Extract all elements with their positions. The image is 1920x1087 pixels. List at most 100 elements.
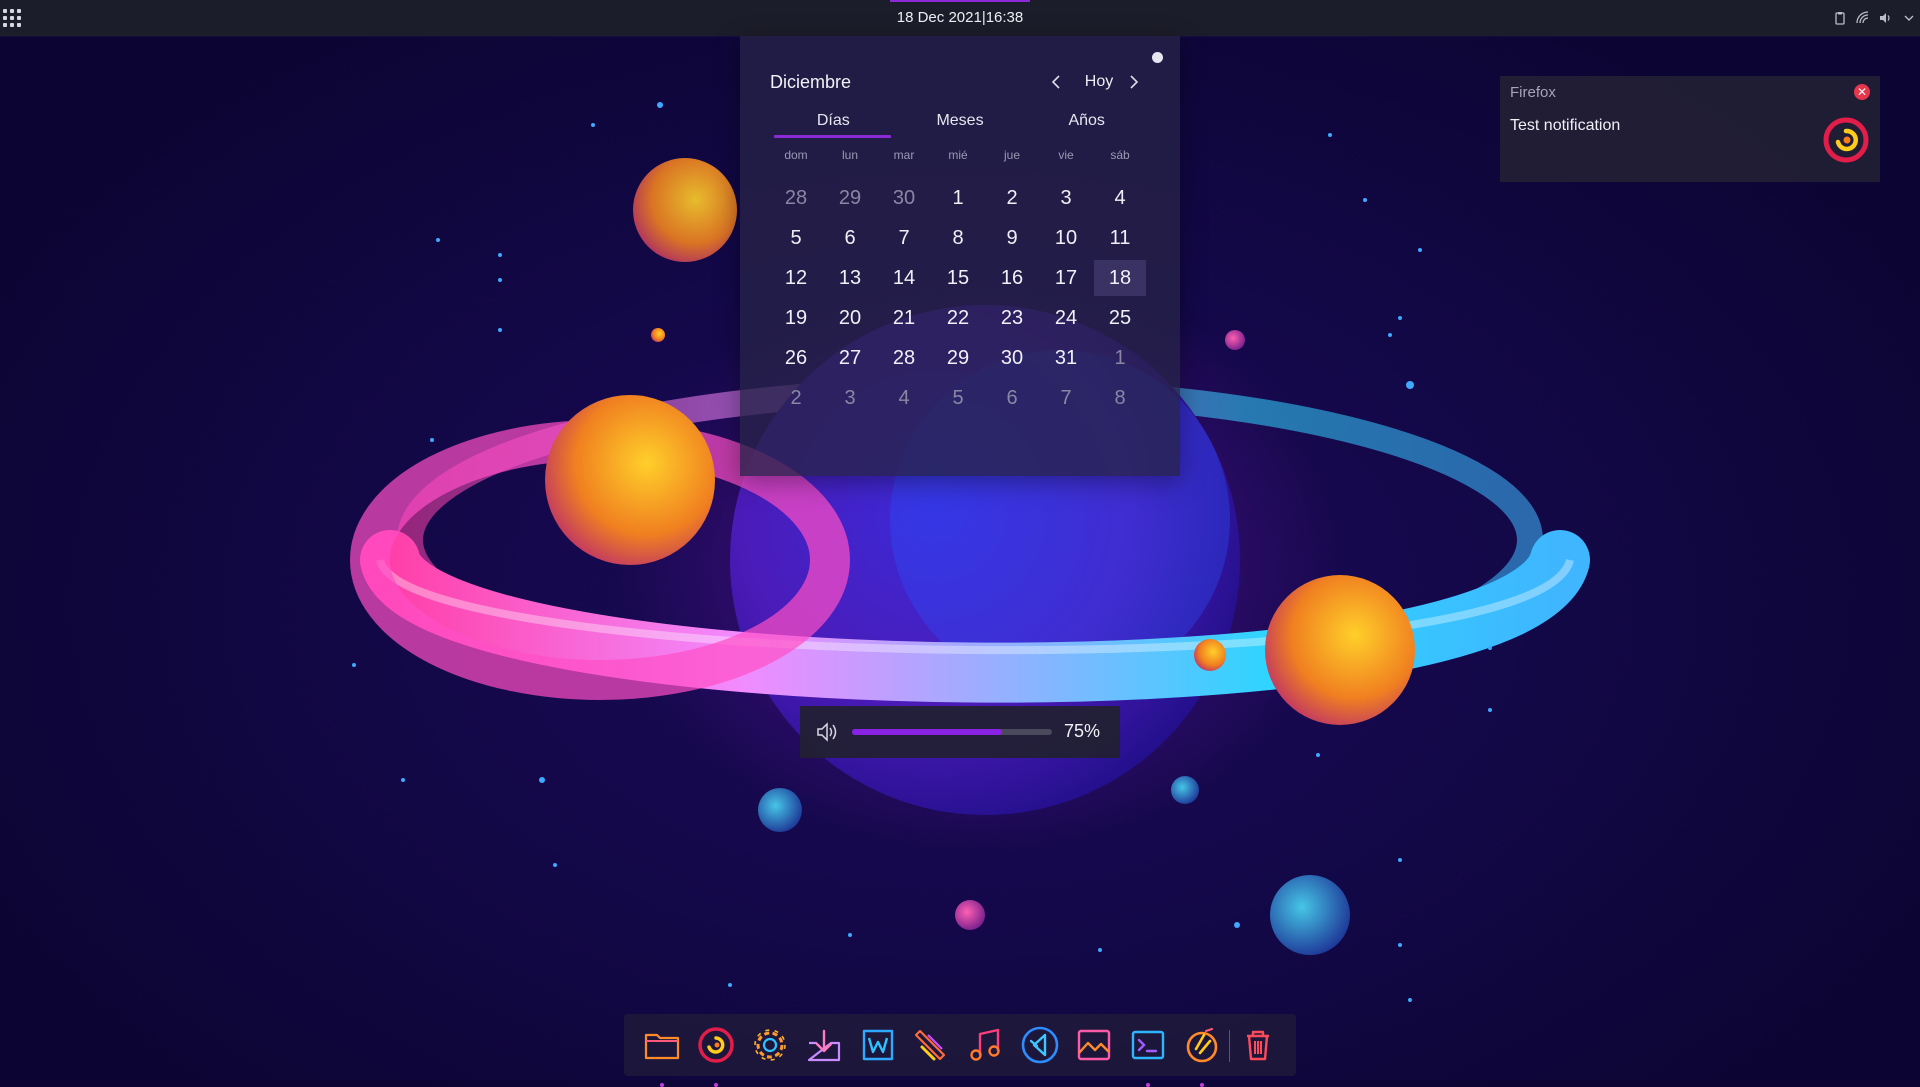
calendar-view-tabs: Días Meses Años: [770, 110, 1150, 138]
weekday-label: dom: [784, 148, 808, 162]
dock-separator: [1229, 1030, 1230, 1062]
dock-item-image-viewer[interactable]: [1074, 1025, 1114, 1065]
calendar-day[interactable]: 10: [1039, 218, 1093, 258]
dock-item-file-manager[interactable]: [642, 1025, 682, 1087]
pin-dot-icon[interactable]: [1152, 52, 1163, 63]
calendar-day[interactable]: 19: [769, 298, 823, 338]
calendar-day[interactable]: 15: [931, 258, 985, 298]
calendar-day[interactable]: 30: [877, 178, 931, 218]
dock-item-trash[interactable]: [1238, 1025, 1278, 1065]
calendar-day[interactable]: 29: [823, 178, 877, 218]
system-tray: [1833, 10, 1916, 26]
notification-card[interactable]: Firefox ✕ Test notification: [1500, 76, 1880, 182]
dock-item-paint[interactable]: [912, 1025, 952, 1065]
package-icon: [807, 1029, 841, 1062]
dock-item-word-processor[interactable]: [858, 1025, 898, 1065]
calendar-day[interactable]: 29: [931, 338, 985, 378]
terminal-icon: [1131, 1030, 1165, 1060]
dock-item-cleaner[interactable]: [1182, 1025, 1222, 1087]
calendar-day[interactable]: 20: [823, 298, 877, 338]
calendar-day[interactable]: 7: [1039, 378, 1093, 418]
calendar-day[interactable]: 1: [931, 178, 985, 218]
calendar-day[interactable]: 2: [985, 178, 1039, 218]
calendar-day[interactable]: 6: [823, 218, 877, 258]
volume-bar-fill: [852, 729, 1002, 735]
image-icon: [1077, 1029, 1111, 1061]
calendar-day[interactable]: 27: [823, 338, 877, 378]
chevron-down-icon[interactable]: [1902, 11, 1916, 25]
top-panel: 18 Dec 2021|16:38: [0, 0, 1920, 36]
volume-bar[interactable]: [852, 729, 1052, 735]
prev-month-button[interactable]: [1046, 70, 1066, 94]
calendar-day[interactable]: 4: [877, 378, 931, 418]
calendar-day[interactable]: 9: [985, 218, 1039, 258]
calendar-day[interactable]: 1: [1093, 338, 1147, 378]
calendar-popup: Diciembre Hoy Días Meses Años dom lun ma…: [740, 36, 1180, 476]
calendar-day[interactable]: 8: [1093, 378, 1147, 418]
calendar-day[interactable]: 30: [985, 338, 1039, 378]
trash-icon: [1247, 1030, 1269, 1061]
dock-item-app-installer[interactable]: [804, 1025, 844, 1065]
dock-item-code-editor[interactable]: [1020, 1025, 1060, 1065]
volume-icon[interactable]: [1879, 11, 1893, 25]
weekday-label: mié: [948, 148, 968, 162]
dock-item-music[interactable]: [966, 1025, 1006, 1065]
calendar-day[interactable]: 31: [1039, 338, 1093, 378]
close-icon[interactable]: ✕: [1854, 84, 1870, 100]
weekday-label: sáb: [1110, 148, 1130, 162]
running-indicator: [1146, 1083, 1150, 1087]
calendar-day[interactable]: 28: [877, 338, 931, 378]
weekday-header: dom lun mar mié jue vie sáb: [769, 148, 1147, 162]
dock-item-browser[interactable]: [696, 1025, 736, 1087]
calendar-day[interactable]: 6: [985, 378, 1039, 418]
calendar-day[interactable]: 12: [769, 258, 823, 298]
volume-osd: 75%: [800, 706, 1120, 758]
next-month-button[interactable]: [1124, 70, 1144, 94]
cleaner-icon: [1186, 1027, 1218, 1063]
calendar-month-title: Diciembre: [770, 72, 852, 92]
tab-days[interactable]: Días: [770, 110, 897, 138]
app-launcher-icon[interactable]: [3, 9, 21, 27]
calendar-day[interactable]: 24: [1039, 298, 1093, 338]
clock[interactable]: 18 Dec 2021|16:38: [880, 0, 1040, 36]
calendar-day[interactable]: 25: [1093, 298, 1147, 338]
calendar-day[interactable]: 11: [1093, 218, 1147, 258]
calendar-day[interactable]: 28: [769, 178, 823, 218]
network-icon[interactable]: [1856, 11, 1870, 25]
notification-body: Test notification: [1510, 117, 1621, 134]
weekday-label: vie: [1058, 148, 1074, 162]
calendar-day[interactable]: 5: [931, 378, 985, 418]
calendar-day[interactable]: 14: [877, 258, 931, 298]
calendar-day[interactable]: 3: [823, 378, 877, 418]
calendar-day[interactable]: 21: [877, 298, 931, 338]
dock-item-terminal[interactable]: [1128, 1025, 1168, 1087]
tab-years[interactable]: Años: [1023, 110, 1150, 138]
folder-icon: [644, 1033, 680, 1060]
browser-icon: [698, 1027, 734, 1063]
tab-months[interactable]: Meses: [897, 110, 1024, 138]
calendar-day[interactable]: 7: [877, 218, 931, 258]
running-indicator: [1200, 1083, 1204, 1087]
calendar-day[interactable]: 2: [769, 378, 823, 418]
clipboard-icon[interactable]: [1833, 11, 1847, 25]
calendar-day[interactable]: 13: [823, 258, 877, 298]
calendar-day[interactable]: 16: [985, 258, 1039, 298]
dock: [624, 1014, 1296, 1087]
music-note-icon: [970, 1028, 1000, 1061]
calendar-day[interactable]: 22: [931, 298, 985, 338]
calendar-day-today[interactable]: 18: [1094, 260, 1146, 296]
calendar-day[interactable]: 3: [1039, 178, 1093, 218]
calendar-day-grid: 28 29 30 1 2 3 4 5 6 7 8 9 10 11 12 13 14 15 16 17 18 19 20 21 2…: [769, 178, 1147, 418]
calendar-day[interactable]: 23: [985, 298, 1039, 338]
weekday-label: lun: [841, 148, 858, 162]
dock-item-settings[interactable]: [750, 1025, 790, 1065]
calendar-day[interactable]: 26: [769, 338, 823, 378]
gear-icon: [754, 1029, 786, 1061]
calendar-day[interactable]: 5: [769, 218, 823, 258]
document-w-icon: [862, 1029, 894, 1061]
calendar-day[interactable]: 8: [931, 218, 985, 258]
today-button[interactable]: Hoy: [1074, 73, 1124, 91]
calendar-day[interactable]: 4: [1093, 178, 1147, 218]
calendar-day[interactable]: 17: [1039, 258, 1093, 298]
speaker-icon: [816, 721, 840, 743]
